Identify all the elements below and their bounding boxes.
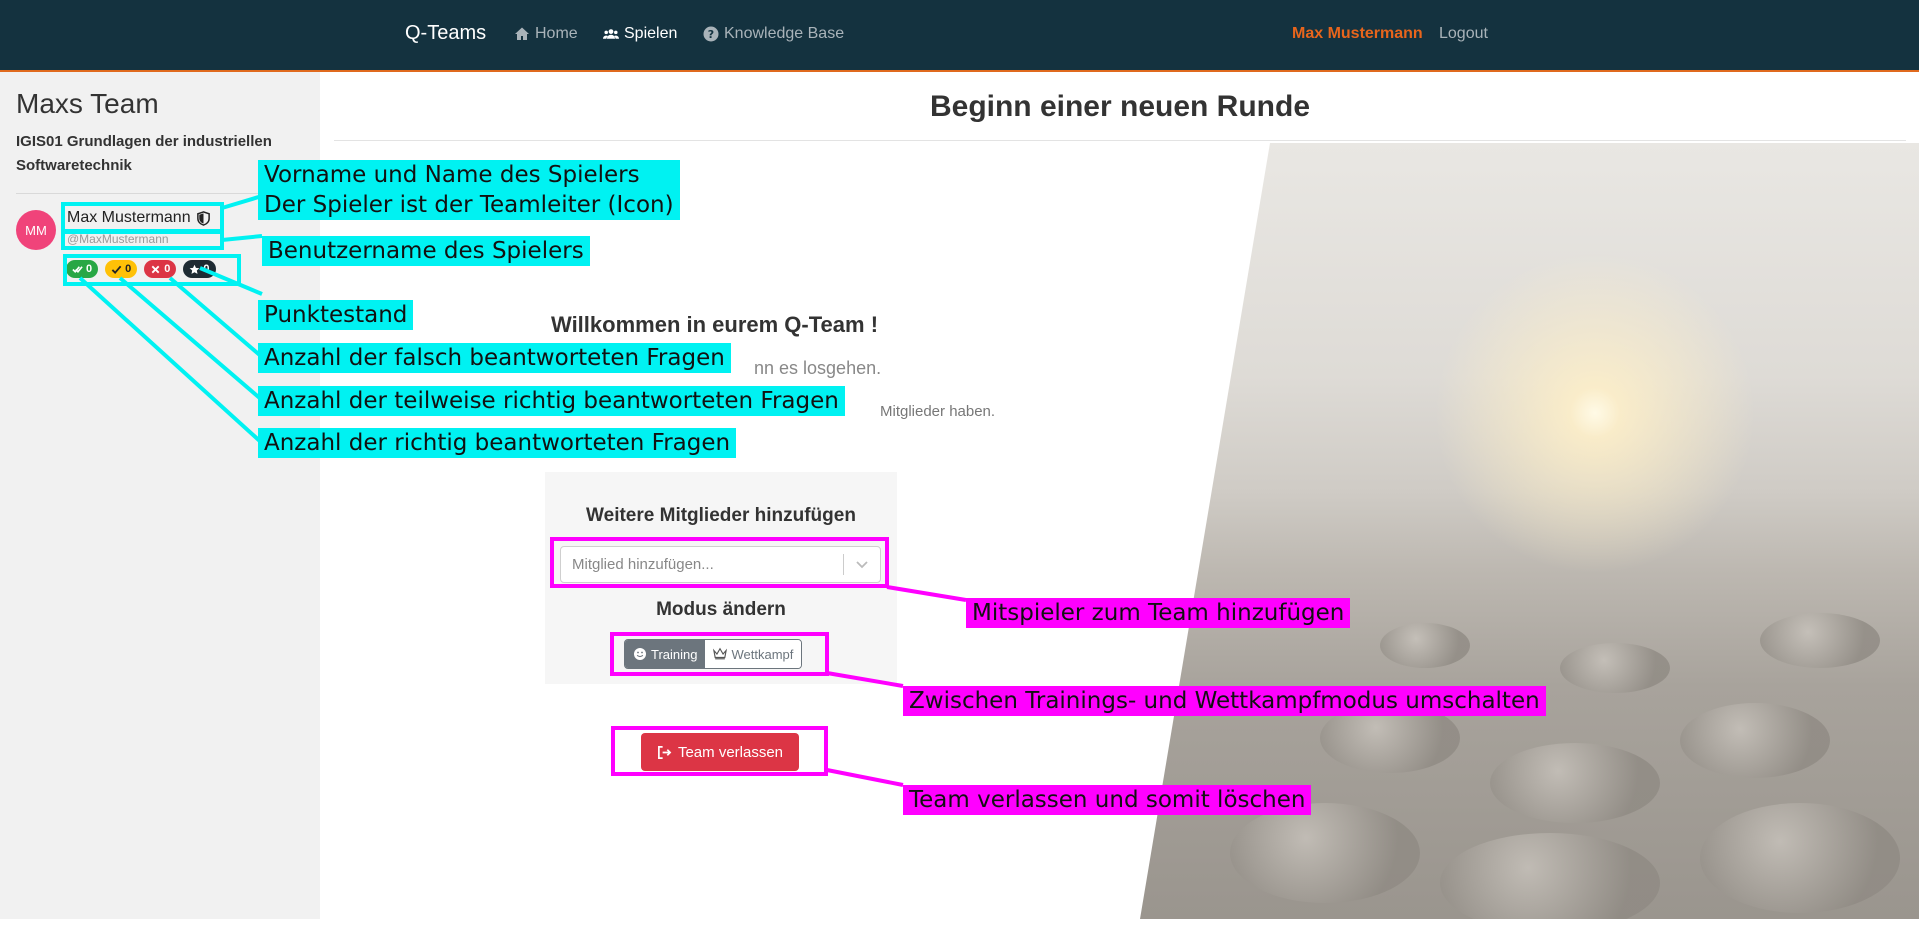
home-icon <box>515 27 529 40</box>
nav-play-label: Spielen <box>624 25 678 42</box>
page-title: Beginn einer neuen Runde <box>929 90 1311 123</box>
add-members-heading: Weitere Mitglieder hinzufügen <box>586 505 856 526</box>
annotation-partial: Anzahl der teilweise richtig beantwortet… <box>258 386 845 416</box>
welcome-heading: Willkommen in eurem Q-Team ! <box>551 312 879 337</box>
svg-text:?: ? <box>708 28 714 41</box>
annotation-highlight-username <box>61 230 224 250</box>
annotation-name-line1: Vorname und Name des Spielers <box>264 162 640 188</box>
nav-knowledge-base[interactable]: ? Knowledge Base <box>703 25 844 43</box>
welcome-subtext: nn es losgehen. <box>754 358 882 378</box>
nav-play[interactable]: Spielen <box>603 25 677 43</box>
annotation-highlight-leave <box>611 726 828 776</box>
avatar: MM <box>16 210 56 250</box>
nav-home-label: Home <box>535 25 578 42</box>
current-user-name[interactable]: Max Mustermann <box>1292 25 1423 43</box>
annotation-highlight-mode <box>610 632 829 676</box>
question-circle-icon: ? <box>703 26 719 42</box>
nav-kb-label: Knowledge Base <box>724 25 845 42</box>
team-name: Maxs Team <box>16 88 159 119</box>
welcome-subtext-2: Mitglieder haben. <box>880 403 996 420</box>
top-navbar: Q-Teams Home Spielen ? Knowledge Base Ma… <box>0 0 1919 72</box>
annotation-name-line2: Der Spieler ist der Teamleiter (Icon) <box>264 192 674 218</box>
annotation-toggle-mode: Zwischen Trainings- und Wettkampfmodus u… <box>903 686 1546 716</box>
annotation-highlight-name <box>61 202 224 233</box>
brand-link[interactable]: Q-Teams <box>405 22 486 45</box>
nav-home[interactable]: Home <box>514 25 578 43</box>
course-name: IGIS01 Grundlagen der industriellen Soft… <box>16 133 272 174</box>
annotation-leave: Team verlassen und somit löschen <box>903 785 1312 815</box>
users-icon <box>603 29 619 39</box>
title-divider <box>334 140 1906 141</box>
annotation-username: Benutzername des Spielers <box>262 236 590 266</box>
annotation-correct: Anzahl der richtig beantworteten Fragen <box>258 428 737 458</box>
annotation-wrong: Anzahl der falsch beantworteten Fragen <box>258 343 731 373</box>
annotation-player-name: Vorname und Name des Spielers Der Spiele… <box>258 160 680 220</box>
mode-heading: Modus ändern <box>656 599 786 620</box>
annotation-highlight-add-member <box>550 537 889 588</box>
annotation-add-member: Mitspieler zum Team hinzufügen <box>966 598 1351 628</box>
logout-label: Logout <box>1439 25 1488 42</box>
logout-link[interactable]: Logout <box>1434 25 1488 43</box>
annotation-score: Punktestand <box>258 300 414 330</box>
annotation-highlight-badges <box>63 254 241 286</box>
